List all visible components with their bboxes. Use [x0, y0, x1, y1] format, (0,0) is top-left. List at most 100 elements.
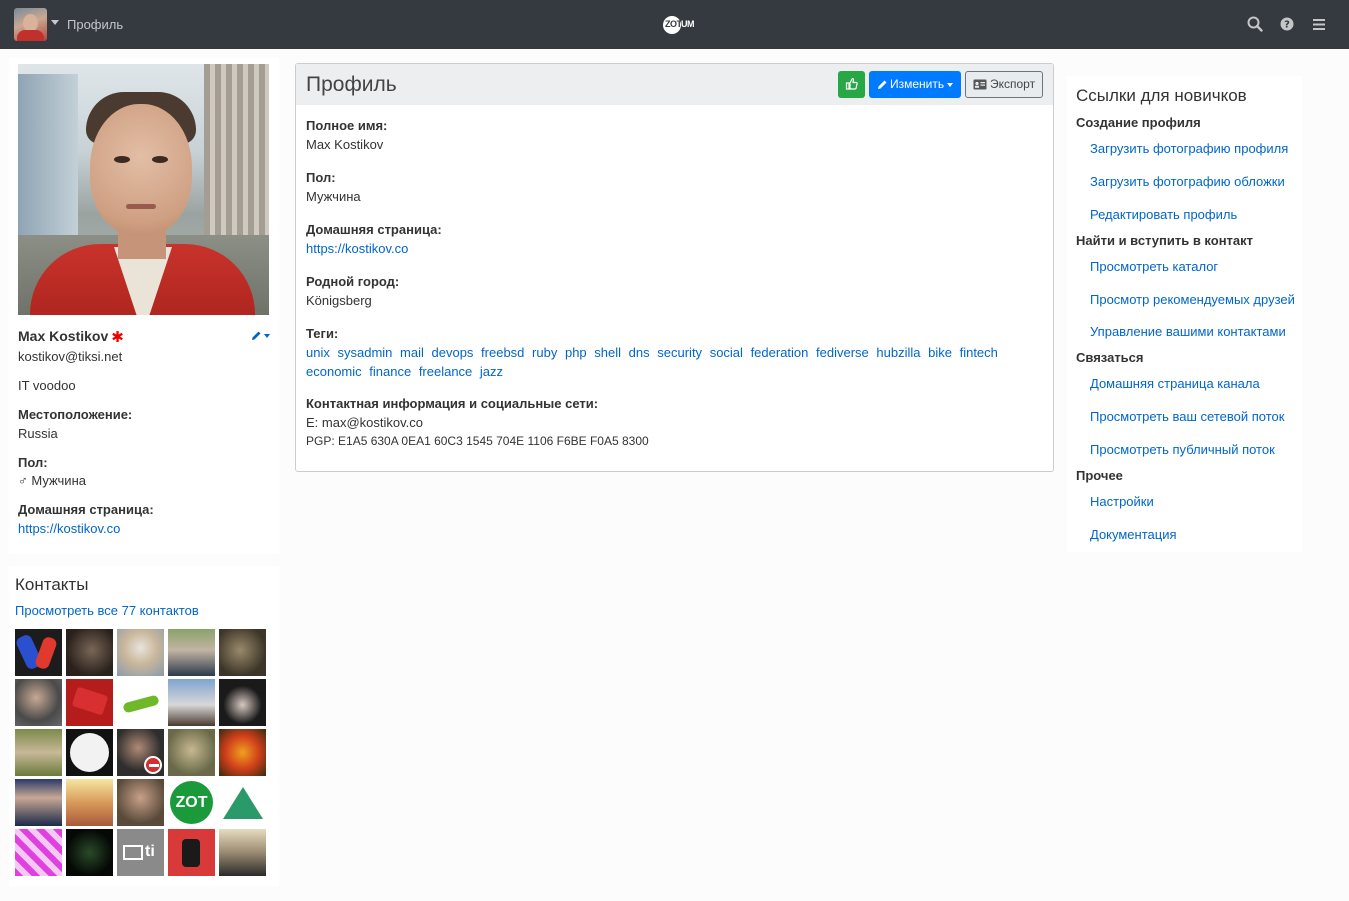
contact-info-label: Контактная информация и социальные сети: — [306, 396, 599, 411]
tag-link[interactable]: freelance — [419, 364, 472, 379]
contact-avatar[interactable] — [117, 779, 164, 826]
link-edit-profile[interactable]: Редактировать профиль — [1090, 207, 1237, 222]
tag-list: unix sysadmin mail devops freebsd ruby p… — [306, 343, 1041, 381]
tag-link[interactable]: freebsd — [481, 345, 524, 360]
svg-text:?: ? — [1284, 20, 1290, 31]
newbie-links-title: Ссылки для новичков — [1076, 86, 1247, 105]
pgp-line: PGP: E1A5 630A 0EA1 60C3 1545 704E 1106 … — [306, 434, 649, 448]
id-card-icon — [973, 79, 987, 90]
profile-name: Max Kostikov — [18, 328, 109, 344]
pencil-icon — [878, 80, 887, 89]
chevron-down-icon[interactable] — [51, 20, 59, 25]
tag-link[interactable]: finance — [369, 364, 411, 379]
tag-link[interactable]: federation — [751, 345, 809, 360]
menu-icon[interactable] — [1311, 15, 1329, 33]
export-button[interactable]: Экспорт — [965, 71, 1043, 98]
search-icon[interactable] — [1246, 15, 1264, 33]
tag-link[interactable]: mail — [400, 345, 424, 360]
card-header: Профиль Изменить Экспорт — [296, 64, 1053, 105]
like-button[interactable] — [838, 71, 865, 98]
link-network-stream[interactable]: Просмотреть ваш сетевой поток — [1090, 409, 1284, 424]
tag-link[interactable]: dns — [629, 345, 650, 360]
contact-avatar[interactable] — [15, 629, 62, 676]
link-channel-home[interactable]: Домашняя страница канала — [1090, 376, 1260, 391]
homepage-label: Домашняя страница: — [18, 502, 154, 517]
help-icon[interactable]: ? — [1279, 15, 1297, 33]
homepage-link[interactable]: https://kostikov.co — [18, 521, 120, 536]
contact-avatar[interactable] — [168, 629, 215, 676]
channel-address: kostikov@tiksi.net — [18, 349, 123, 364]
link-view-directory[interactable]: Просмотреть каталог — [1090, 259, 1218, 274]
link-settings[interactable]: Настройки — [1090, 494, 1154, 509]
contact-avatar[interactable] — [15, 829, 62, 876]
profile-main-card: Профиль Изменить Экспорт Полное имя: Max… — [295, 63, 1054, 472]
profile-about: IT voodoo — [18, 378, 76, 393]
link-manage-contacts[interactable]: Управление вашими контактами — [1090, 324, 1286, 339]
link-public-stream[interactable]: Просмотреть публичный поток — [1090, 442, 1275, 457]
tag-link[interactable]: unix — [306, 345, 330, 360]
tag-link[interactable]: fintech — [960, 345, 998, 360]
email-line: E: max@kostikov.co — [306, 415, 423, 430]
verified-icon: ✱ — [111, 329, 124, 346]
link-upload-profile-photo[interactable]: Загрузить фотографию профиля — [1090, 141, 1288, 156]
export-button-label: Экспорт — [990, 77, 1036, 91]
profile-name-row: Max Kostikov ✱ — [18, 328, 270, 346]
contact-avatar[interactable] — [219, 729, 266, 776]
tag-link[interactable]: jazz — [480, 364, 503, 379]
tag-link[interactable]: shell — [594, 345, 621, 360]
tag-link[interactable]: fediverse — [816, 345, 869, 360]
contact-avatar[interactable] — [117, 729, 164, 776]
section-create-profile: Создание профиля — [1076, 115, 1201, 130]
tag-link[interactable]: social — [710, 345, 743, 360]
gender-value: ♂ Мужчина — [18, 473, 86, 488]
homepage-label: Домашняя страница: — [306, 222, 442, 237]
location-label: Местоположение: — [18, 407, 133, 422]
tag-link[interactable]: hubzilla — [876, 345, 920, 360]
zotum-logo[interactable]: ZOT UM — [663, 14, 697, 36]
contact-avatar[interactable]: ti — [117, 829, 164, 876]
tag-link[interactable]: bike — [928, 345, 952, 360]
contact-avatar[interactable] — [219, 629, 266, 676]
navbar-avatar[interactable] — [14, 8, 47, 41]
contact-avatar[interactable] — [168, 829, 215, 876]
contact-avatar[interactable] — [15, 679, 62, 726]
navbar-title: Профиль — [67, 17, 124, 32]
edit-profile-dropdown[interactable] — [251, 329, 270, 343]
contact-avatar[interactable] — [117, 629, 164, 676]
contact-avatar[interactable] — [219, 829, 266, 876]
homepage-link[interactable]: https://kostikov.co — [306, 241, 408, 256]
tag-link[interactable]: security — [657, 345, 702, 360]
contact-avatar[interactable] — [66, 629, 113, 676]
contact-avatar[interactable] — [66, 779, 113, 826]
thumbs-up-icon — [845, 78, 858, 90]
gender-label: Пол: — [306, 170, 336, 185]
tag-link[interactable]: economic — [306, 364, 362, 379]
contact-avatar[interactable] — [15, 729, 62, 776]
contact-avatar[interactable] — [66, 829, 113, 876]
contact-avatar[interactable] — [168, 679, 215, 726]
tag-link[interactable]: devops — [432, 345, 474, 360]
gender-label: Пол: — [18, 455, 48, 470]
link-documentation[interactable]: Документация — [1090, 527, 1177, 542]
gender-value: Мужчина — [306, 189, 361, 204]
contact-avatar[interactable] — [168, 729, 215, 776]
view-all-contacts-link[interactable]: Просмотреть все 77 контактов — [15, 603, 199, 618]
tag-link[interactable]: ruby — [532, 345, 557, 360]
contact-avatar[interactable] — [66, 729, 113, 776]
page-title: Профиль — [306, 73, 397, 96]
tags-label: Теги: — [306, 326, 339, 341]
fullname-label: Полное имя: — [306, 118, 388, 133]
profile-photo[interactable] — [18, 64, 269, 315]
section-find-connect: Найти и вступить в контакт — [1076, 233, 1254, 248]
contact-avatar[interactable] — [117, 679, 164, 726]
tag-link[interactable]: sysadmin — [337, 345, 392, 360]
link-suggested-friends[interactable]: Просмотр рекомендуемых друзей — [1090, 292, 1295, 307]
contact-avatar[interactable] — [66, 679, 113, 726]
contact-avatar[interactable]: ZOT — [168, 779, 215, 826]
tag-link[interactable]: php — [565, 345, 587, 360]
contact-avatar[interactable] — [219, 779, 266, 826]
contact-avatar[interactable] — [15, 779, 62, 826]
contact-avatar[interactable] — [219, 679, 266, 726]
edit-button[interactable]: Изменить — [869, 71, 961, 98]
link-upload-cover-photo[interactable]: Загрузить фотографию обложки — [1090, 174, 1285, 189]
